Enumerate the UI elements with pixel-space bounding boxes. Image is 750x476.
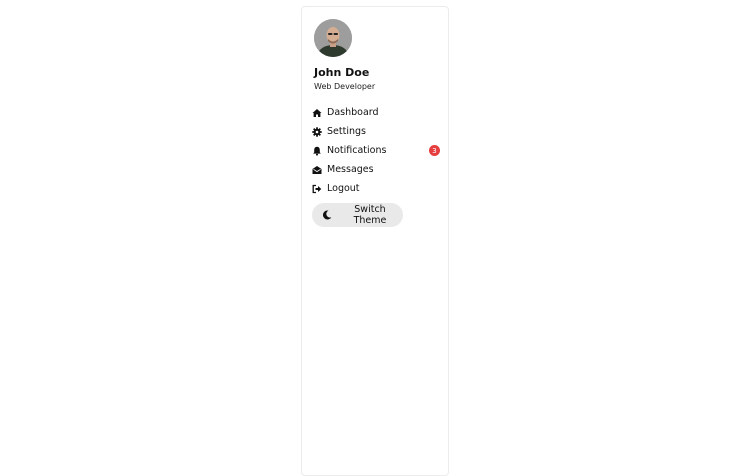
nav-item-dashboard[interactable]: Dashboard <box>312 103 442 122</box>
nav-item-label: Notifications <box>327 145 387 156</box>
sidebar-nav: Dashboard Settings Notifications 3 Messa… <box>312 103 442 198</box>
user-name: John Doe <box>314 66 370 79</box>
notification-count-badge: 3 <box>429 145 440 156</box>
nav-item-label: Messages <box>327 164 374 175</box>
moon-icon <box>322 210 332 220</box>
switch-theme-label: Switch Theme <box>353 204 387 226</box>
nav-item-logout[interactable]: Logout <box>312 179 442 198</box>
bell-icon <box>312 146 322 156</box>
nav-item-settings[interactable]: Settings <box>312 122 442 141</box>
user-role: Web Developer <box>314 82 376 91</box>
nav-item-label: Settings <box>327 126 366 137</box>
avatar[interactable] <box>314 19 352 57</box>
sign-out-icon <box>312 184 322 194</box>
gear-icon <box>312 126 322 137</box>
nav-item-notifications[interactable]: Notifications 3 <box>312 141 442 160</box>
nav-item-messages[interactable]: Messages <box>312 160 442 179</box>
home-icon <box>312 108 322 118</box>
envelope-open-icon <box>312 165 322 175</box>
nav-item-label: Dashboard <box>327 107 379 118</box>
switch-theme-button[interactable]: Switch Theme <box>312 203 403 227</box>
sidebar: John Doe Web Developer Dashboard Setting… <box>301 6 449 476</box>
nav-item-label: Logout <box>327 183 360 194</box>
